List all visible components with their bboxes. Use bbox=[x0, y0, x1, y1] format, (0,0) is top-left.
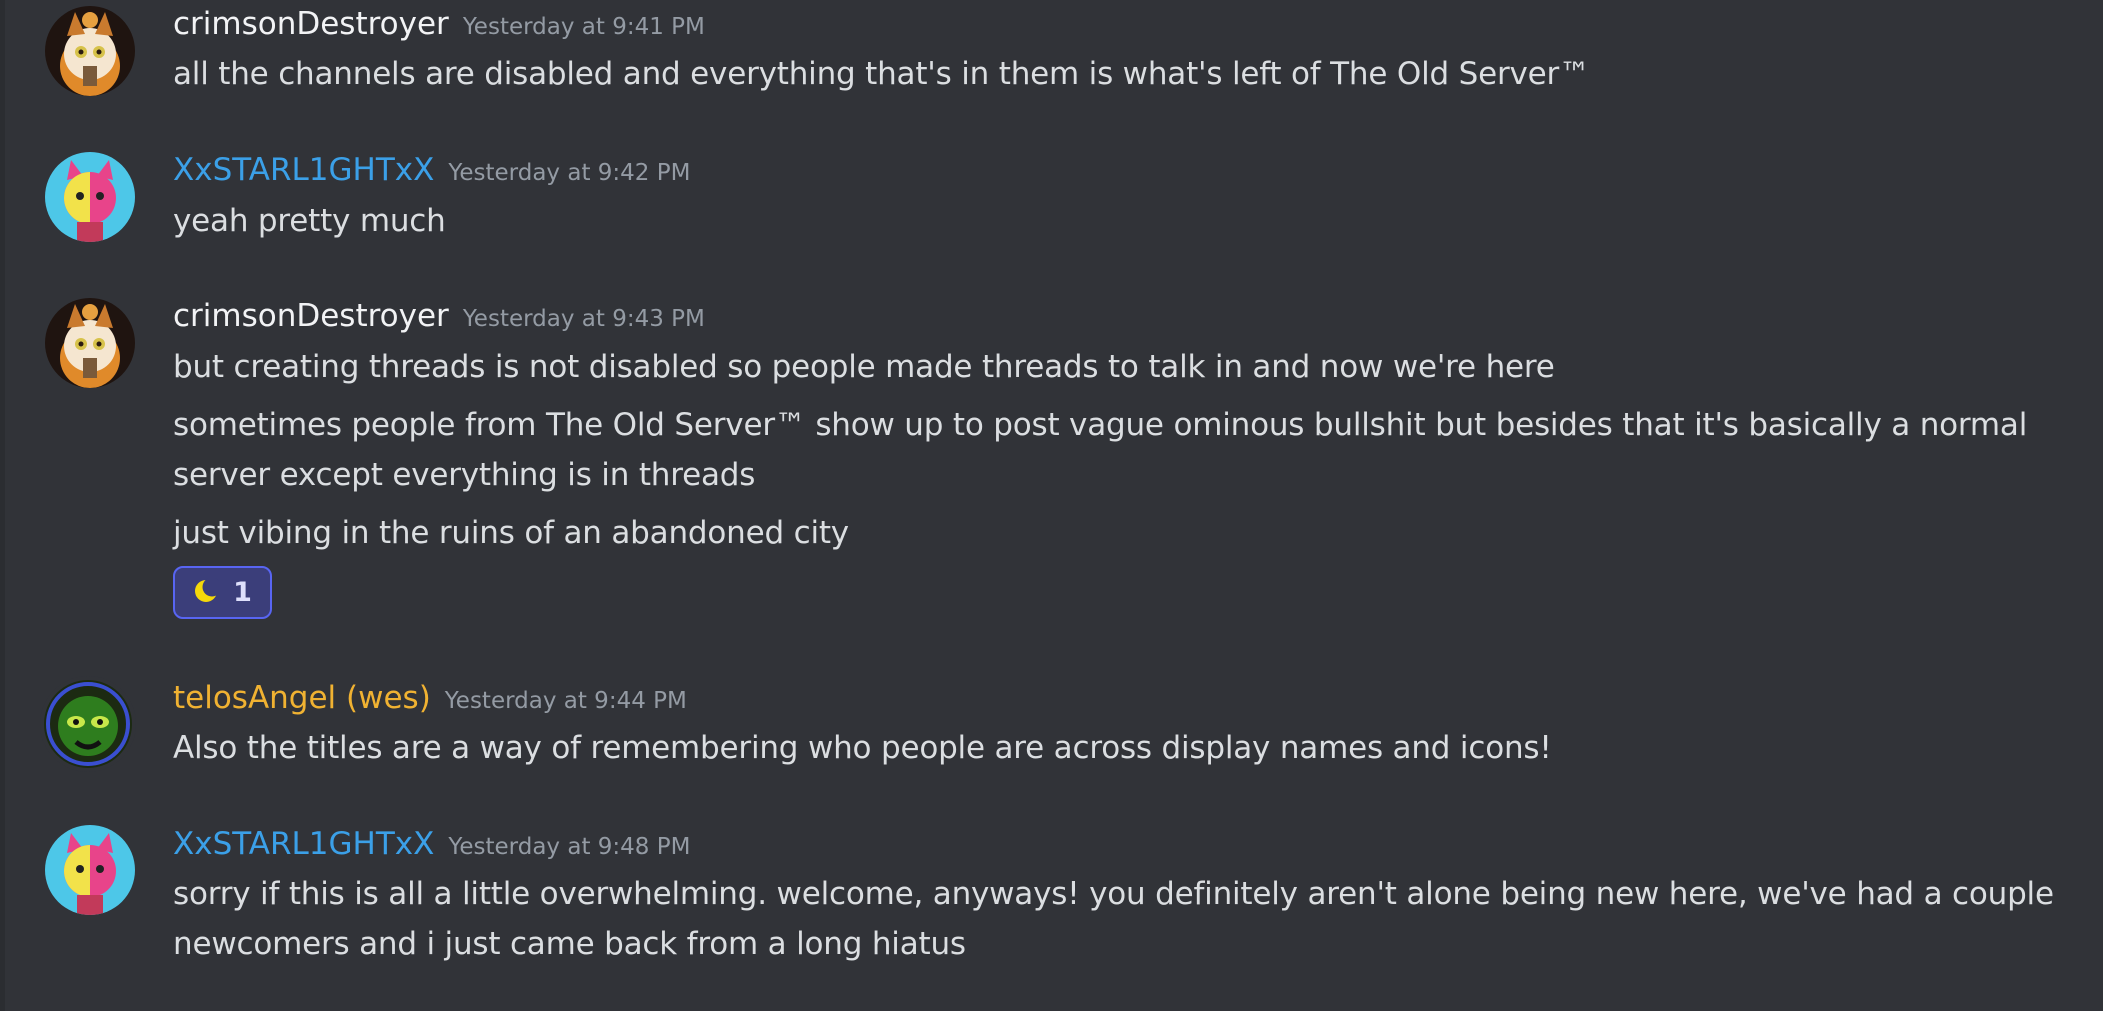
message-timestamp[interactable]: Yesterday at 9:48 PM bbox=[448, 834, 690, 860]
message-timestamp[interactable]: Yesterday at 9:44 PM bbox=[445, 688, 687, 714]
message-text: sometimes people from The Old Server™ sh… bbox=[173, 407, 2028, 443]
message-list[interactable]: crimsonDestroyer Yesterday at 9:41 PM all… bbox=[0, 0, 2103, 1011]
message-text: server except everything is in threads bbox=[173, 457, 756, 493]
message-text: all the channels are disabled and everyt… bbox=[173, 56, 1590, 92]
pink-cat-avatar[interactable] bbox=[45, 152, 135, 242]
message-text: yeah pretty much bbox=[173, 203, 446, 239]
message-text: sorry if this is all a little overwhelmi… bbox=[173, 876, 2054, 912]
pink-cat-avatar[interactable] bbox=[45, 825, 135, 915]
message-timestamp[interactable]: Yesterday at 9:41 PM bbox=[463, 14, 705, 40]
green-mask-avatar[interactable] bbox=[40, 676, 136, 772]
message-text: newcomers and i just came back from a lo… bbox=[173, 926, 966, 962]
fox-avatar[interactable] bbox=[45, 298, 135, 388]
author-name[interactable]: crimsonDestroyer bbox=[173, 298, 449, 334]
author-name[interactable]: crimsonDestroyer bbox=[173, 6, 449, 42]
author-name[interactable]: XxSTARL1GHTxX bbox=[173, 152, 434, 188]
message-timestamp[interactable]: Yesterday at 9:42 PM bbox=[448, 160, 690, 186]
message-timestamp[interactable]: Yesterday at 9:43 PM bbox=[463, 306, 705, 332]
author-name[interactable]: XxSTARL1GHTxX bbox=[173, 826, 434, 862]
author-name[interactable]: telosAngel (wes) bbox=[173, 680, 431, 716]
message-text: Also the titles are a way of remembering… bbox=[173, 730, 1552, 766]
reaction-button[interactable]: 1 bbox=[173, 566, 272, 619]
reaction-count: 1 bbox=[233, 577, 252, 608]
message-text: just vibing in the ruins of an abandoned… bbox=[173, 515, 849, 551]
crescent-moon-icon bbox=[193, 577, 222, 608]
fox-avatar[interactable] bbox=[45, 6, 135, 96]
message-text: but creating threads is not disabled so … bbox=[173, 349, 1555, 385]
